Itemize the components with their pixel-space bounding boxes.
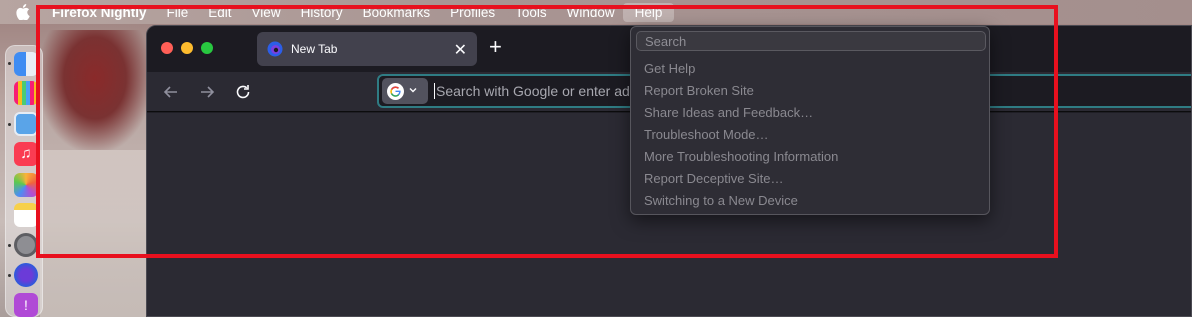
menu-item-troubleshooting-info[interactable]: More Troubleshooting Information (644, 149, 838, 164)
close-window-button[interactable] (161, 42, 173, 54)
dock-running-dot (8, 244, 11, 247)
finder-icon[interactable] (14, 52, 38, 76)
dock: ♫ ! (5, 45, 43, 317)
feedback-icon[interactable]: ! (14, 293, 38, 317)
tab-title: New Tab (291, 42, 338, 56)
dock-running-dot (8, 274, 11, 277)
firefox-nightly-icon[interactable] (14, 263, 38, 287)
back-icon[interactable] (161, 82, 181, 102)
menu-item-get-help[interactable]: Get Help (644, 61, 695, 76)
dock-running-dot (8, 62, 11, 65)
close-tab-icon[interactable]: ✕ (454, 40, 467, 60)
reload-icon[interactable] (233, 82, 253, 102)
google-icon (387, 82, 404, 100)
wallpaper-blotch (40, 30, 150, 150)
menu-profiles[interactable]: Profiles (450, 5, 495, 20)
menu-app-name[interactable]: Firefox Nightly (52, 5, 147, 20)
forward-icon[interactable] (197, 82, 217, 102)
menu-edit[interactable]: Edit (208, 5, 231, 20)
menu-window[interactable]: Window (567, 5, 615, 20)
wallpaper-light (40, 150, 150, 317)
menu-file[interactable]: File (167, 5, 189, 20)
new-tab-button[interactable]: + (489, 36, 502, 58)
preview-icon[interactable] (14, 112, 38, 136)
search-engine-button[interactable] (382, 78, 428, 104)
firefox-nightly-icon (267, 41, 283, 57)
apple-icon[interactable] (16, 4, 30, 20)
menu-item-troubleshoot-mode[interactable]: Troubleshoot Mode… (644, 127, 769, 142)
menu-item-report-deceptive-site[interactable]: Report Deceptive Site… (644, 171, 783, 186)
minimize-window-button[interactable] (181, 42, 193, 54)
help-menu-dropdown: Get Help Report Broken Site Share Ideas … (630, 26, 990, 215)
menubar: Firefox Nightly File Edit View History B… (0, 0, 1192, 24)
launchpad-icon[interactable] (14, 81, 38, 105)
menu-item-report-broken-site[interactable]: Report Broken Site (644, 83, 754, 98)
notes-icon[interactable] (14, 203, 38, 227)
menu-history[interactable]: History (301, 5, 343, 20)
zoom-window-button[interactable] (201, 42, 213, 54)
music-icon[interactable]: ♫ (14, 142, 38, 166)
dock-running-dot (8, 123, 11, 126)
menu-bookmarks[interactable]: Bookmarks (363, 5, 431, 20)
tab-new-tab[interactable]: New Tab ✕ (257, 32, 477, 66)
menu-item-share-ideas[interactable]: Share Ideas and Feedback… (644, 105, 813, 120)
settings-icon[interactable] (14, 233, 38, 257)
photos-icon[interactable] (14, 173, 38, 197)
menu-help[interactable]: Help (622, 2, 675, 22)
chevron-down-icon (408, 82, 418, 100)
menu-item-switching-device[interactable]: Switching to a New Device (644, 193, 798, 208)
help-search-input[interactable] (636, 31, 986, 51)
menu-view[interactable]: View (252, 5, 281, 20)
menu-tools[interactable]: Tools (515, 5, 547, 20)
